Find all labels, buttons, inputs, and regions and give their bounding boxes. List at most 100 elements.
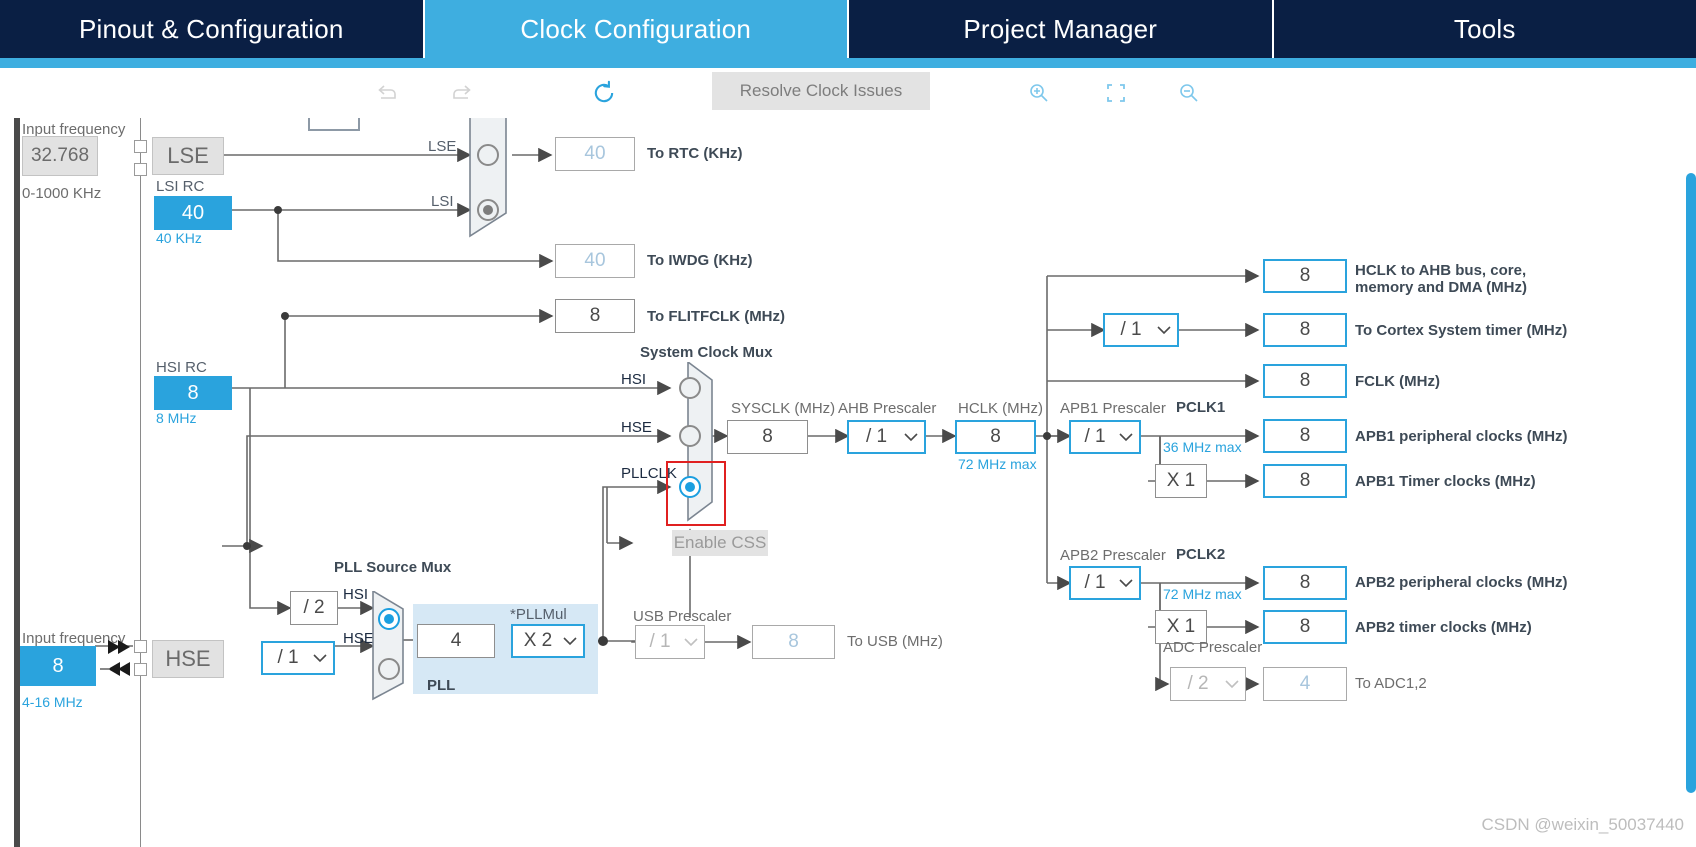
hse-oscillator-box[interactable]: HSE [152, 640, 224, 678]
pclk1-label: PCLK1 [1176, 399, 1226, 416]
to-rtc-value: 40 [555, 137, 635, 171]
chevron-down-icon [557, 636, 583, 646]
to-flitfclk-label: To FLITFCLK (MHz) [647, 308, 786, 325]
system-clock-mux-input-hsi-label: HSI [621, 371, 647, 388]
chevron-down-icon [898, 432, 924, 442]
system-clock-mux-title: System Clock Mux [640, 344, 773, 361]
cortex-prescaler-value: / 1 [1120, 319, 1142, 340]
to-flitfclk-value[interactable]: 8 [555, 299, 635, 333]
hse-input-frequency-field[interactable]: 8 [20, 646, 96, 686]
pll-source-mux-radio-hsi[interactable] [378, 608, 400, 630]
adc-output-label: To ADC1,2 [1355, 675, 1427, 692]
lse-input-frequency-range: 0-1000 KHz [22, 185, 102, 202]
magnifier-minus-icon[interactable] [1172, 76, 1206, 110]
rtc-mux-input-lse-label: LSE [428, 138, 457, 155]
refresh-circular-arrow-icon[interactable] [587, 76, 621, 110]
tab-project-manager[interactable]: Project Manager [849, 0, 1274, 58]
pllmul-value: X 2 [523, 630, 553, 651]
cortex-systimer-output-value[interactable]: 8 [1263, 313, 1347, 347]
redo-arrow-icon[interactable] [445, 76, 479, 110]
tab-pinout-configuration[interactable]: Pinout & Configuration [0, 0, 425, 58]
guide-line-1 [140, 118, 141, 847]
fclk-output-value[interactable]: 8 [1263, 364, 1347, 398]
system-clock-mux-radio-hsi[interactable] [679, 377, 701, 399]
resolve-clock-issues-button[interactable]: Resolve Clock Issues [712, 72, 930, 110]
chevron-down-icon [1151, 325, 1177, 335]
apb1-peripheral-output-value[interactable]: 8 [1263, 419, 1347, 453]
chevron-down-icon [1219, 679, 1245, 689]
chevron-down-icon [307, 653, 333, 663]
active-tab-strip [0, 58, 1696, 68]
clock-configuration-page: Pinout & Configuration Clock Configurati… [0, 0, 1696, 847]
pllmul-label: *PLLMul [510, 606, 567, 623]
lse-pad-top [134, 140, 147, 153]
system-clock-mux-input-hse-label: HSE [621, 419, 652, 436]
rtc-mux-input-lsi-label: LSI [431, 193, 454, 210]
hclk-ahb-output-label: HCLK to AHB bus, core, memory and DMA (MH… [1355, 262, 1527, 296]
pllmul-select[interactable]: X 2 [511, 624, 585, 658]
hse-divider-value: / 1 [277, 647, 299, 668]
to-usb-value: 8 [752, 625, 835, 659]
main-tab-bar: Pinout & Configuration Clock Configurati… [0, 0, 1696, 58]
fit-to-screen-icon[interactable] [1099, 76, 1133, 110]
lsi-value-field[interactable]: 40 [154, 196, 232, 230]
hsi-unit-label: 8 MHz [156, 410, 197, 426]
apb2-timer-output-label: APB2 timer clocks (MHz) [1355, 619, 1532, 636]
hse-connector-arrows [100, 640, 130, 676]
rtc-mux-stub [308, 118, 360, 131]
hse-input-frequency-range: 4-16 MHz [22, 694, 83, 710]
apb1-timer-multiplier: X 1 [1155, 464, 1207, 498]
adc-output-value: 4 [1263, 667, 1347, 701]
usb-prescaler-value: / 1 [649, 631, 671, 652]
pll-source-mux-input-hse-label: HSE [343, 630, 374, 647]
sysclk-value: 8 [727, 420, 808, 454]
apb1-timer-output-value[interactable]: 8 [1263, 464, 1347, 498]
apb1-prescaler-value: / 1 [1084, 426, 1106, 447]
cortex-systimer-prescaler-select[interactable]: / 1 [1103, 313, 1179, 347]
apb2-prescaler-label: APB2 Prescaler [1060, 547, 1166, 564]
ahb-prescaler-select[interactable]: / 1 [847, 420, 926, 454]
chevron-down-icon [678, 637, 704, 647]
system-clock-mux-radio-hse[interactable] [679, 425, 701, 447]
apb1-timer-output-label: APB1 Timer clocks (MHz) [1355, 473, 1536, 490]
pll-source-mux-radio-hse[interactable] [378, 658, 400, 680]
to-iwdg-value: 40 [555, 244, 635, 278]
apb2-max-label: 72 MHz max [1163, 586, 1242, 602]
lse-input-frequency-field[interactable]: 32.768 [22, 136, 98, 176]
to-rtc-label: To RTC (KHz) [647, 145, 743, 162]
chevron-down-icon [1113, 578, 1139, 588]
tab-tools[interactable]: Tools [1274, 0, 1696, 58]
hsi-rc-label: HSI RC [156, 359, 207, 376]
rtc-mux-radio-lse[interactable] [477, 144, 499, 166]
adc-prescaler-select: / 2 [1170, 667, 1246, 701]
lsi-unit-label: 40 KHz [156, 230, 202, 246]
pllclk-selection-highlight [666, 461, 726, 526]
hclk-ahb-output-value[interactable]: 8 [1263, 259, 1347, 293]
hclk-value[interactable]: 8 [955, 420, 1036, 454]
apb2-prescaler-select[interactable]: / 1 [1069, 566, 1141, 600]
to-iwdg-label: To IWDG (KHz) [647, 252, 753, 269]
apb2-timer-output-value[interactable]: 8 [1263, 610, 1347, 644]
to-usb-label: To USB (MHz) [847, 633, 943, 650]
sysclk-label: SYSCLK (MHz) [731, 400, 836, 417]
lse-oscillator-box[interactable]: LSE [152, 137, 224, 175]
lsi-rc-label: LSI RC [156, 178, 205, 195]
chevron-down-icon [1113, 432, 1139, 442]
pll-hsi-divider: / 2 [290, 591, 338, 625]
canvas-vertical-scrollbar[interactable] [1686, 118, 1696, 847]
magnifier-plus-icon[interactable] [1022, 76, 1056, 110]
apb1-peripheral-output-label: APB1 peripheral clocks (MHz) [1355, 428, 1568, 445]
pll-input-value: 4 [417, 624, 495, 658]
tab-clock-configuration[interactable]: Clock Configuration [424, 0, 849, 58]
apb2-prescaler-value: / 1 [1084, 572, 1106, 593]
hse-divider-select[interactable]: / 1 [261, 641, 335, 675]
undo-arrow-icon[interactable] [370, 76, 404, 110]
fclk-output-label: FCLK (MHz) [1355, 373, 1440, 390]
apb2-peripheral-output-value[interactable]: 8 [1263, 566, 1347, 600]
clock-tree-canvas: Input frequency 32.768 0-1000 KHz LSE LS… [0, 118, 1696, 847]
enable-css-button[interactable]: Enable CSS [672, 530, 768, 556]
rtc-mux-radio-lsi[interactable] [477, 199, 499, 221]
hsi-value-field[interactable]: 8 [154, 376, 232, 410]
apb1-prescaler-select[interactable]: / 1 [1069, 420, 1141, 454]
scrollbar-thumb[interactable] [1686, 173, 1696, 793]
